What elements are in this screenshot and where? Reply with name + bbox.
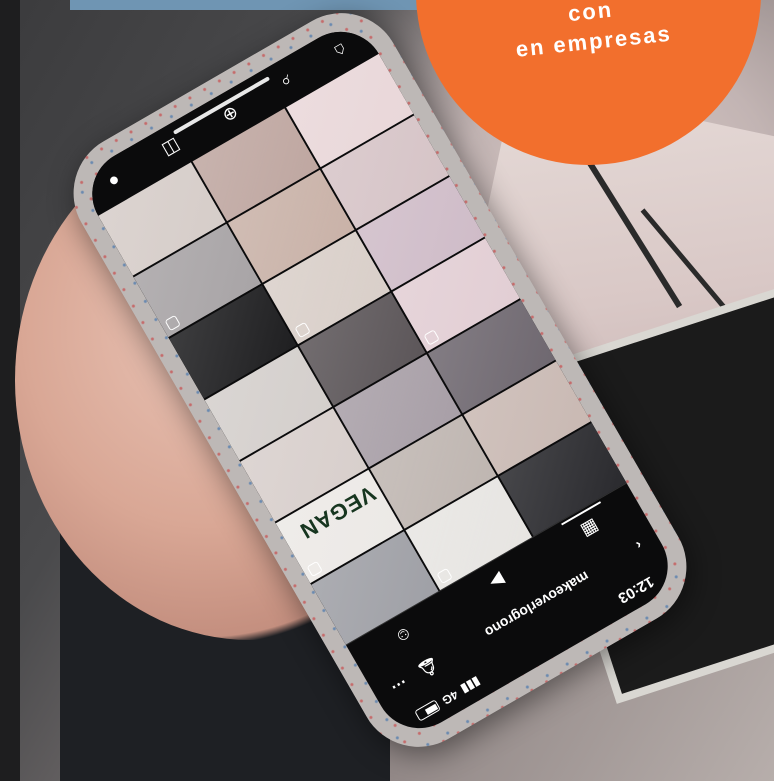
search-icon[interactable]: ⌕ (277, 70, 296, 93)
signal-icon: ▮▮▮ (458, 674, 483, 697)
multi-post-icon (164, 314, 181, 332)
shop-icon[interactable]: ◫ (159, 135, 184, 162)
home-icon[interactable]: ⌂ (331, 39, 350, 63)
top-blue-band (70, 0, 430, 10)
notification-icon[interactable]: 🔔︎ (415, 654, 443, 681)
more-icon[interactable]: ⋯ (387, 672, 411, 697)
network-label: 4G (439, 687, 461, 708)
multi-post-icon (294, 321, 311, 339)
multi-post-icon (306, 560, 323, 578)
multi-post-icon (436, 567, 453, 585)
badge-line-2: en empresas (514, 20, 673, 62)
back-icon[interactable]: ‹ (633, 537, 645, 553)
profile-avatar-icon[interactable]: ● (105, 169, 124, 193)
battery-icon (414, 699, 442, 722)
multi-post-icon (423, 329, 441, 346)
